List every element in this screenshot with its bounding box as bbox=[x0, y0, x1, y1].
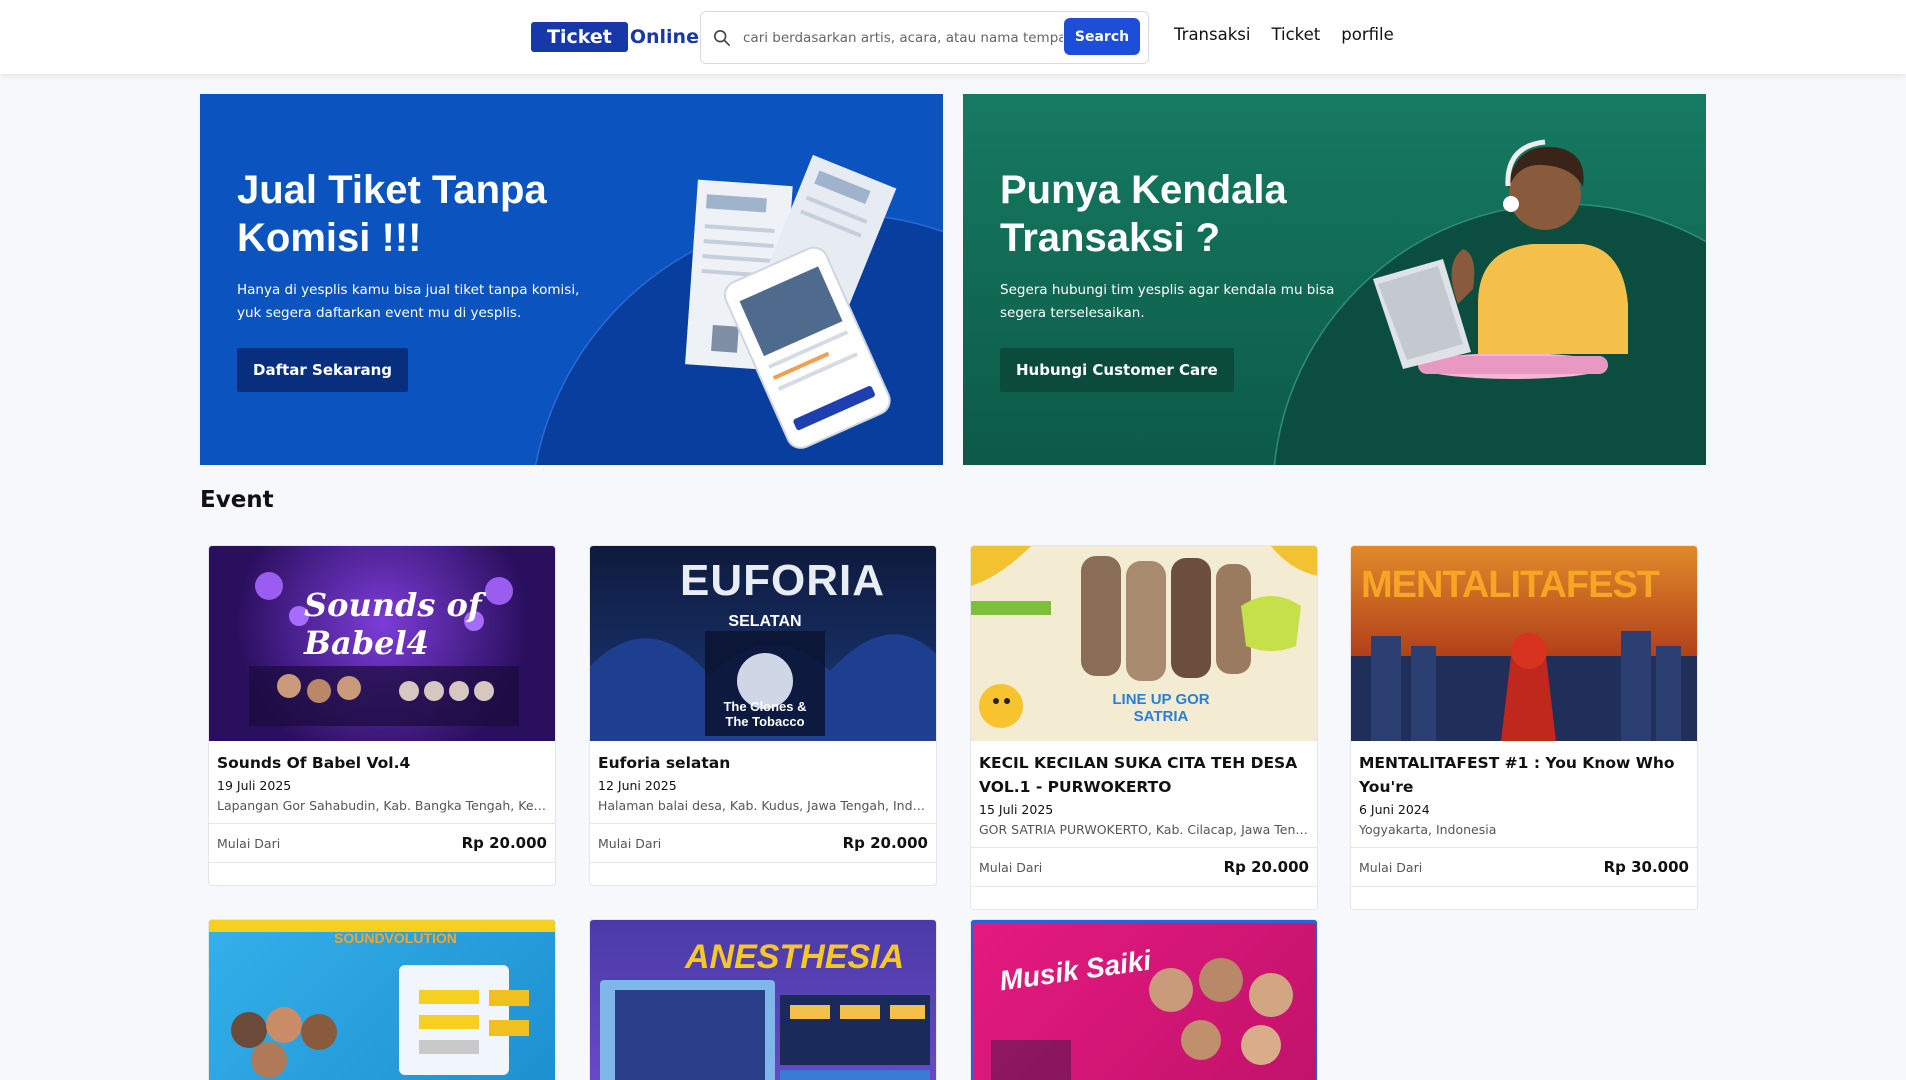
event-price-row: Mulai Dari Rp 20.000 bbox=[209, 823, 555, 863]
top-navbar: Ticket Online Search Transaksi Ticket po… bbox=[0, 0, 1906, 74]
event-poster: MENTALITAFEST bbox=[1351, 546, 1697, 741]
logo-box: Ticket bbox=[531, 22, 628, 52]
event-title: MENTALITAFEST #1 : You Know Who You're bbox=[1359, 754, 1675, 796]
event-card[interactable]: The Clones & The Tobacco SELATAN EUFORIA… bbox=[589, 545, 937, 886]
event-card[interactable]: Sounds of Babel4 Sounds Of Babel Vol.4 1… bbox=[208, 545, 556, 886]
event-title: KECIL KECILAN SUKA CITA TEH DESA VOL.1 -… bbox=[979, 754, 1298, 796]
search-input[interactable] bbox=[743, 29, 1063, 46]
search-button[interactable]: Search bbox=[1064, 18, 1140, 55]
event-price: Rp 20.000 bbox=[1223, 858, 1309, 876]
search-bar: Search bbox=[700, 11, 1149, 64]
poster-text: Sounds of Babel4 bbox=[304, 586, 482, 662]
event-location: GOR SATRIA PURWOKERTO, Kab. Cilacap, Jaw… bbox=[979, 822, 1309, 837]
poster-text: SOUNDVOLUTION bbox=[334, 930, 457, 946]
event-date: 19 Juli 2025 bbox=[217, 778, 292, 793]
price-from-label: Mulai Dari bbox=[979, 859, 1043, 875]
event-date: 15 Juli 2025 bbox=[979, 802, 1054, 817]
svg-text:The Tobacco: The Tobacco bbox=[725, 714, 804, 729]
poster-text: EUFORIA bbox=[680, 556, 885, 605]
price-from-label: Mulai Dari bbox=[1359, 859, 1423, 875]
event-poster: ANESTHESIA bbox=[590, 920, 936, 1080]
event-title: Sounds Of Babel Vol.4 bbox=[217, 754, 411, 772]
nav-ticket[interactable]: Ticket bbox=[1271, 25, 1320, 44]
event-card[interactable]: LINE UP GOR SATRIA KECIL KECILAN SUKA CI… bbox=[970, 545, 1318, 910]
event-location: Halaman balai desa, Kab. Kudus, Jawa Ten… bbox=[598, 798, 928, 813]
event-location: Lapangan Gor Sahabudin, Kab. Bangka Teng… bbox=[217, 798, 547, 813]
price-from-label: Mulai Dari bbox=[598, 835, 662, 851]
banner-text: Segera hubungi tim yesplis agar kendala … bbox=[1000, 282, 1335, 321]
event-location: Yogyakarta, Indonesia bbox=[1359, 822, 1497, 837]
event-card[interactable]: ANESTHESIA bbox=[589, 919, 937, 1080]
contact-customer-care-button[interactable]: Hubungi Customer Care bbox=[1000, 348, 1234, 392]
event-poster: Sounds of Babel4 bbox=[209, 546, 555, 741]
section-title-event: Event bbox=[200, 487, 274, 513]
event-poster: LINE UP GOR SATRIA bbox=[971, 546, 1317, 741]
poster-text: LINE UP GOR SATRIA bbox=[1112, 691, 1210, 725]
event-card[interactable]: SOUNDVOLUTION bbox=[208, 919, 556, 1080]
event-price-row: Mulai Dari Rp 30.000 bbox=[1351, 847, 1697, 887]
event-date: 6 Juni 2024 bbox=[1359, 802, 1430, 817]
banner-title: Punya Kendala Transaksi ? bbox=[1000, 166, 1287, 262]
banner-title-line1: Jual Tiket Tanpa bbox=[237, 168, 547, 212]
banner-title-line2: Komisi !!! bbox=[237, 216, 422, 260]
event-price-row: Mulai Dari Rp 20.000 bbox=[971, 847, 1317, 887]
event-title: Euforia selatan bbox=[598, 754, 731, 772]
event-price: Rp 30.000 bbox=[1603, 858, 1689, 876]
poster-text: MENTALITAFEST bbox=[1361, 564, 1660, 606]
event-card[interactable]: MENTALITAFEST MENTALITAFEST #1 : You Kno… bbox=[1350, 545, 1698, 910]
banner-title: Jual Tiket Tanpa Komisi !!! bbox=[237, 166, 547, 262]
event-date: 12 Juni 2025 bbox=[598, 778, 677, 793]
event-price: Rp 20.000 bbox=[461, 834, 547, 852]
poster-text: ANESTHESIA bbox=[685, 938, 905, 976]
banner-text: Hanya di yesplis kamu bisa jual tiket ta… bbox=[237, 282, 580, 321]
event-poster: Musik Saiki bbox=[971, 920, 1317, 1080]
banner-title-line1: Punya Kendala bbox=[1000, 168, 1287, 212]
nav-profile[interactable]: porfile bbox=[1341, 25, 1393, 44]
price-from-label: Mulai Dari bbox=[217, 835, 281, 851]
promo-banner-sell-ticket[interactable]: Jual Tiket Tanpa Komisi !!! Hanya di yesp… bbox=[200, 94, 943, 465]
event-price: Rp 20.000 bbox=[842, 834, 928, 852]
logo[interactable]: Ticket Online bbox=[531, 22, 699, 52]
nav-transaksi[interactable]: Transaksi bbox=[1174, 25, 1250, 44]
register-now-button[interactable]: Daftar Sekarang bbox=[237, 348, 409, 392]
event-price-row: Mulai Dari Rp 20.000 bbox=[590, 823, 936, 863]
event-poster: SOUNDVOLUTION bbox=[209, 920, 555, 1080]
event-poster: The Clones & The Tobacco SELATAN EUFORIA bbox=[590, 546, 936, 741]
event-card[interactable]: Musik Saiki bbox=[970, 919, 1318, 1080]
svg-text:The Clones &: The Clones & bbox=[723, 699, 806, 714]
search-icon bbox=[713, 29, 731, 46]
logo-text: Online bbox=[629, 26, 699, 48]
svg-text:SELATAN: SELATAN bbox=[728, 613, 801, 630]
poster-art bbox=[971, 920, 1317, 1080]
main-nav: Transaksi Ticket porfile bbox=[1174, 25, 1394, 44]
banner-title-line2: Transaksi ? bbox=[1000, 216, 1221, 260]
promo-banner-customer-care[interactable]: Punya Kendala Transaksi ? Segera hubungi … bbox=[963, 94, 1706, 465]
